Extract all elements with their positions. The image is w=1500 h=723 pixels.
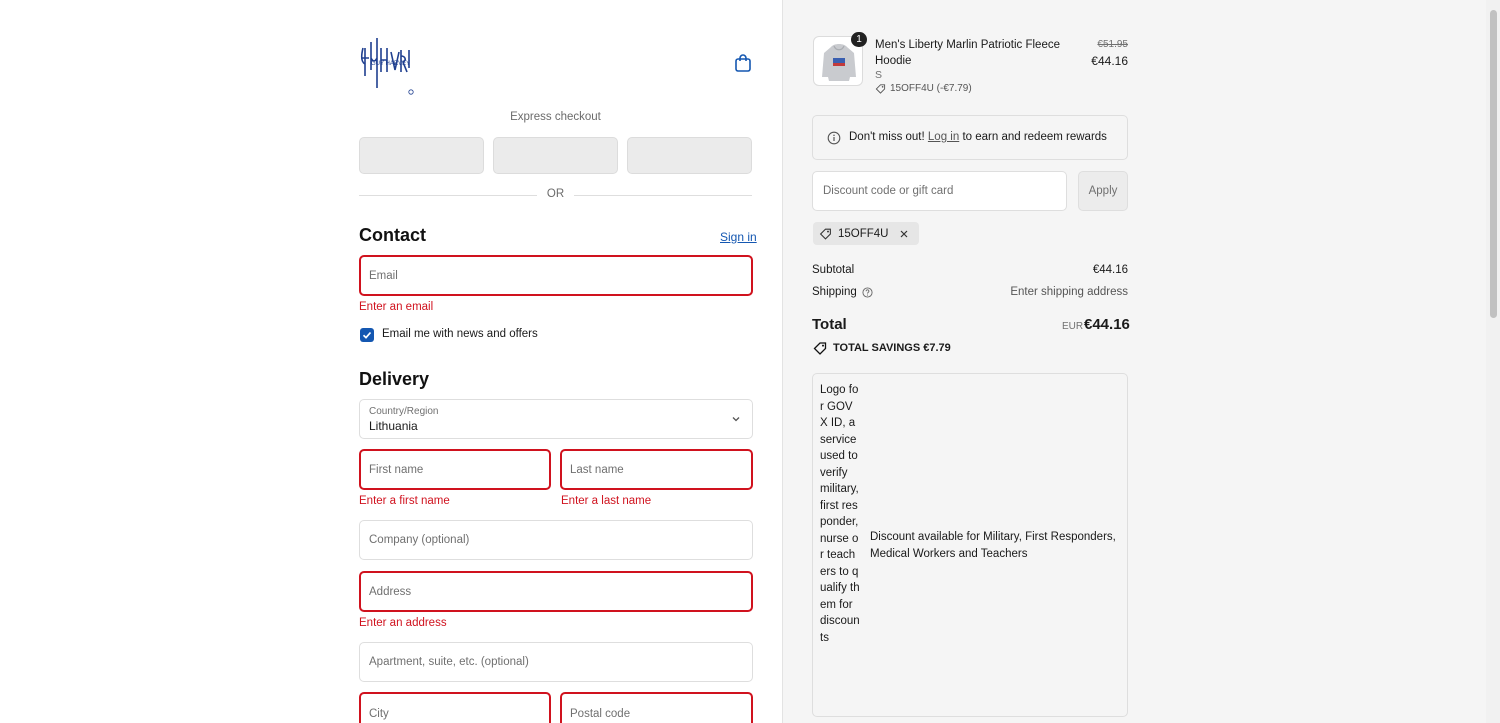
city-placeholder: City <box>369 708 389 720</box>
express-pay-button-2[interactable] <box>493 137 618 174</box>
total-currency: EUR <box>1062 321 1084 332</box>
subtotal-value: €44.16 <box>1092 264 1128 276</box>
total-savings: TOTAL SAVINGS €7.79 <box>813 341 951 355</box>
shipping-label: Shipping <box>812 286 857 298</box>
company-field[interactable]: Company (optional) <box>359 520 753 560</box>
address-error: Enter an address <box>359 617 447 629</box>
total-savings-text: TOTAL SAVINGS €7.79 <box>833 342 951 354</box>
info-icon <box>827 131 841 145</box>
scrollbar-thumb[interactable] <box>1490 10 1497 318</box>
company-placeholder: Company (optional) <box>369 534 470 546</box>
shipping-value: Enter shipping address <box>1010 286 1128 298</box>
rewards-prefix: Don't miss out! <box>849 131 925 143</box>
product-name: Men's Liberty Marlin Patriotic Fleece Ho… <box>875 39 1060 67</box>
first-name-field[interactable]: First name <box>359 449 551 490</box>
tag-icon <box>819 228 831 240</box>
discount-code-input[interactable]: Discount code or gift card <box>812 171 1067 211</box>
govx-message: Discount available for Military, First R… <box>870 531 1116 560</box>
govx-logo-alt-text: Logo for GOVX ID, a service used to veri… <box>820 384 860 644</box>
city-field[interactable]: City <box>359 692 551 723</box>
postal-code-field[interactable]: Postal code <box>560 692 753 723</box>
express-pay-button-1[interactable] <box>359 137 484 174</box>
apartment-placeholder: Apartment, suite, etc. (optional) <box>369 656 529 668</box>
delivery-heading: Delivery <box>359 369 430 389</box>
applied-discount-code: 15OFF4U <box>838 227 889 240</box>
cart-bag-icon[interactable] <box>733 53 753 73</box>
quantity-badge: 1 <box>851 32 867 47</box>
sign-in-link[interactable]: Sign in <box>720 230 757 244</box>
postal-code-placeholder: Postal code <box>570 708 631 720</box>
country-value: Lithuania <box>369 419 418 433</box>
email-error: Enter an email <box>359 301 434 313</box>
contact-heading: Contact <box>359 225 426 245</box>
last-name-field[interactable]: Last name <box>560 449 753 490</box>
remove-discount-icon[interactable] <box>899 229 909 239</box>
express-pay-button-3[interactable] <box>627 137 752 174</box>
country-select[interactable]: Country/Region Lithuania <box>359 399 753 439</box>
last-name-error: Enter a last name <box>561 495 652 507</box>
rewards-login-link[interactable]: Log in <box>928 131 959 143</box>
govx-discount-box[interactable]: Logo for GOVX ID, a service used to veri… <box>812 373 1128 717</box>
current-price: €44.16 <box>1091 54 1128 68</box>
country-label: Country/Region <box>369 406 439 417</box>
product-discount-text: 15OFF4U (-€7.79) <box>890 83 972 94</box>
applied-discount-tag: 15OFF4U <box>813 222 919 245</box>
product-size: S <box>875 69 883 81</box>
savings-tag-icon <box>813 342 827 355</box>
subtotal-label: Subtotal <box>812 264 855 276</box>
last-name-placeholder: Last name <box>570 463 624 476</box>
rewards-suffix: to earn and redeem rewards <box>962 131 1107 143</box>
page-scrollbar[interactable] <box>1486 0 1500 723</box>
address-field[interactable]: Address <box>359 571 753 612</box>
newsletter-label: Email me with news and offers <box>382 328 538 340</box>
first-name-error: Enter a first name <box>359 495 450 507</box>
logo-text: GUY HARVEY <box>371 61 410 67</box>
email-placeholder: Email <box>369 269 398 282</box>
first-name-placeholder: First name <box>369 463 424 476</box>
express-checkout-label: Express checkout <box>510 111 601 123</box>
checkout-form-panel: GUY HARVEY Express checkout OR Contact S… <box>0 0 782 723</box>
total-label: Total <box>812 316 847 333</box>
shipping-row: Shipping <box>812 286 873 298</box>
product-discount: 15OFF4U (-€7.79) <box>875 83 972 94</box>
tag-icon <box>875 84 886 94</box>
rewards-banner: Don't miss out! Log in to earn and redee… <box>812 115 1128 160</box>
checkmark-icon <box>362 331 372 339</box>
original-price: €51.95 <box>1097 39 1128 50</box>
apply-discount-button[interactable]: Apply <box>1078 171 1128 211</box>
or-label: OR <box>546 188 565 200</box>
total-value: €44.16 <box>1084 316 1130 333</box>
chevron-down-icon <box>732 417 740 422</box>
address-placeholder: Address <box>369 585 412 598</box>
discount-code-placeholder: Discount code or gift card <box>823 185 954 197</box>
email-field[interactable]: Email <box>359 255 753 296</box>
guy-harvey-logo[interactable]: GUY HARVEY <box>359 28 415 98</box>
newsletter-checkbox[interactable] <box>360 328 374 342</box>
apartment-field[interactable]: Apartment, suite, etc. (optional) <box>359 642 753 682</box>
help-icon[interactable] <box>862 286 873 298</box>
or-divider: OR <box>359 188 752 204</box>
